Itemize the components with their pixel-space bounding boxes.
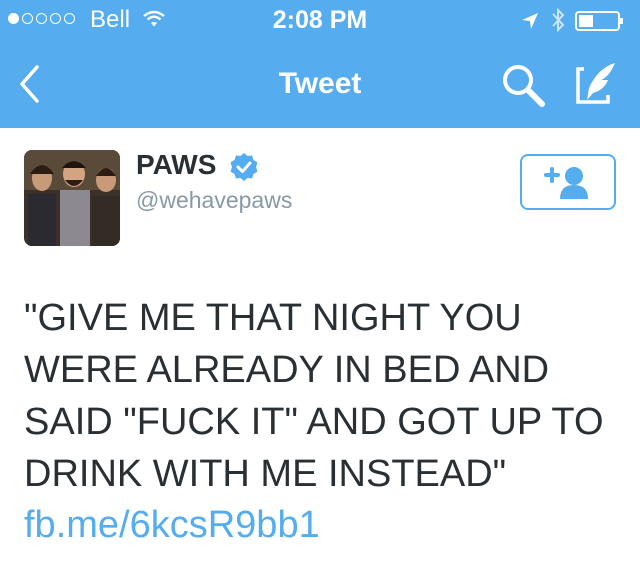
nav-bar: Tweet: [0, 40, 640, 128]
status-time: 2:08 PM: [272, 6, 368, 34]
author-name[interactable]: PAWS: [136, 149, 216, 181]
tweet-text: "GIVE ME THAT NIGHT YOU WERE ALREADY IN …: [24, 297, 604, 495]
verified-badge-icon: [230, 153, 258, 181]
follow-button[interactable]: [520, 154, 616, 210]
compose-icon[interactable]: [572, 60, 618, 108]
bluetooth-icon: [552, 7, 565, 33]
add-user-icon: [544, 167, 588, 199]
location-arrow-icon: [522, 13, 538, 29]
author-handle[interactable]: @wehavepaws: [136, 187, 292, 214]
search-icon[interactable]: [500, 62, 546, 108]
tweet-link[interactable]: fb.me/6kcsR9bb1: [24, 504, 320, 547]
avatar[interactable]: [24, 150, 120, 246]
battery-icon: [575, 11, 623, 31]
status-bar: Bell 2:08 PM: [0, 0, 640, 40]
app-header: Bell 2:08 PM Tweet: [0, 0, 640, 128]
